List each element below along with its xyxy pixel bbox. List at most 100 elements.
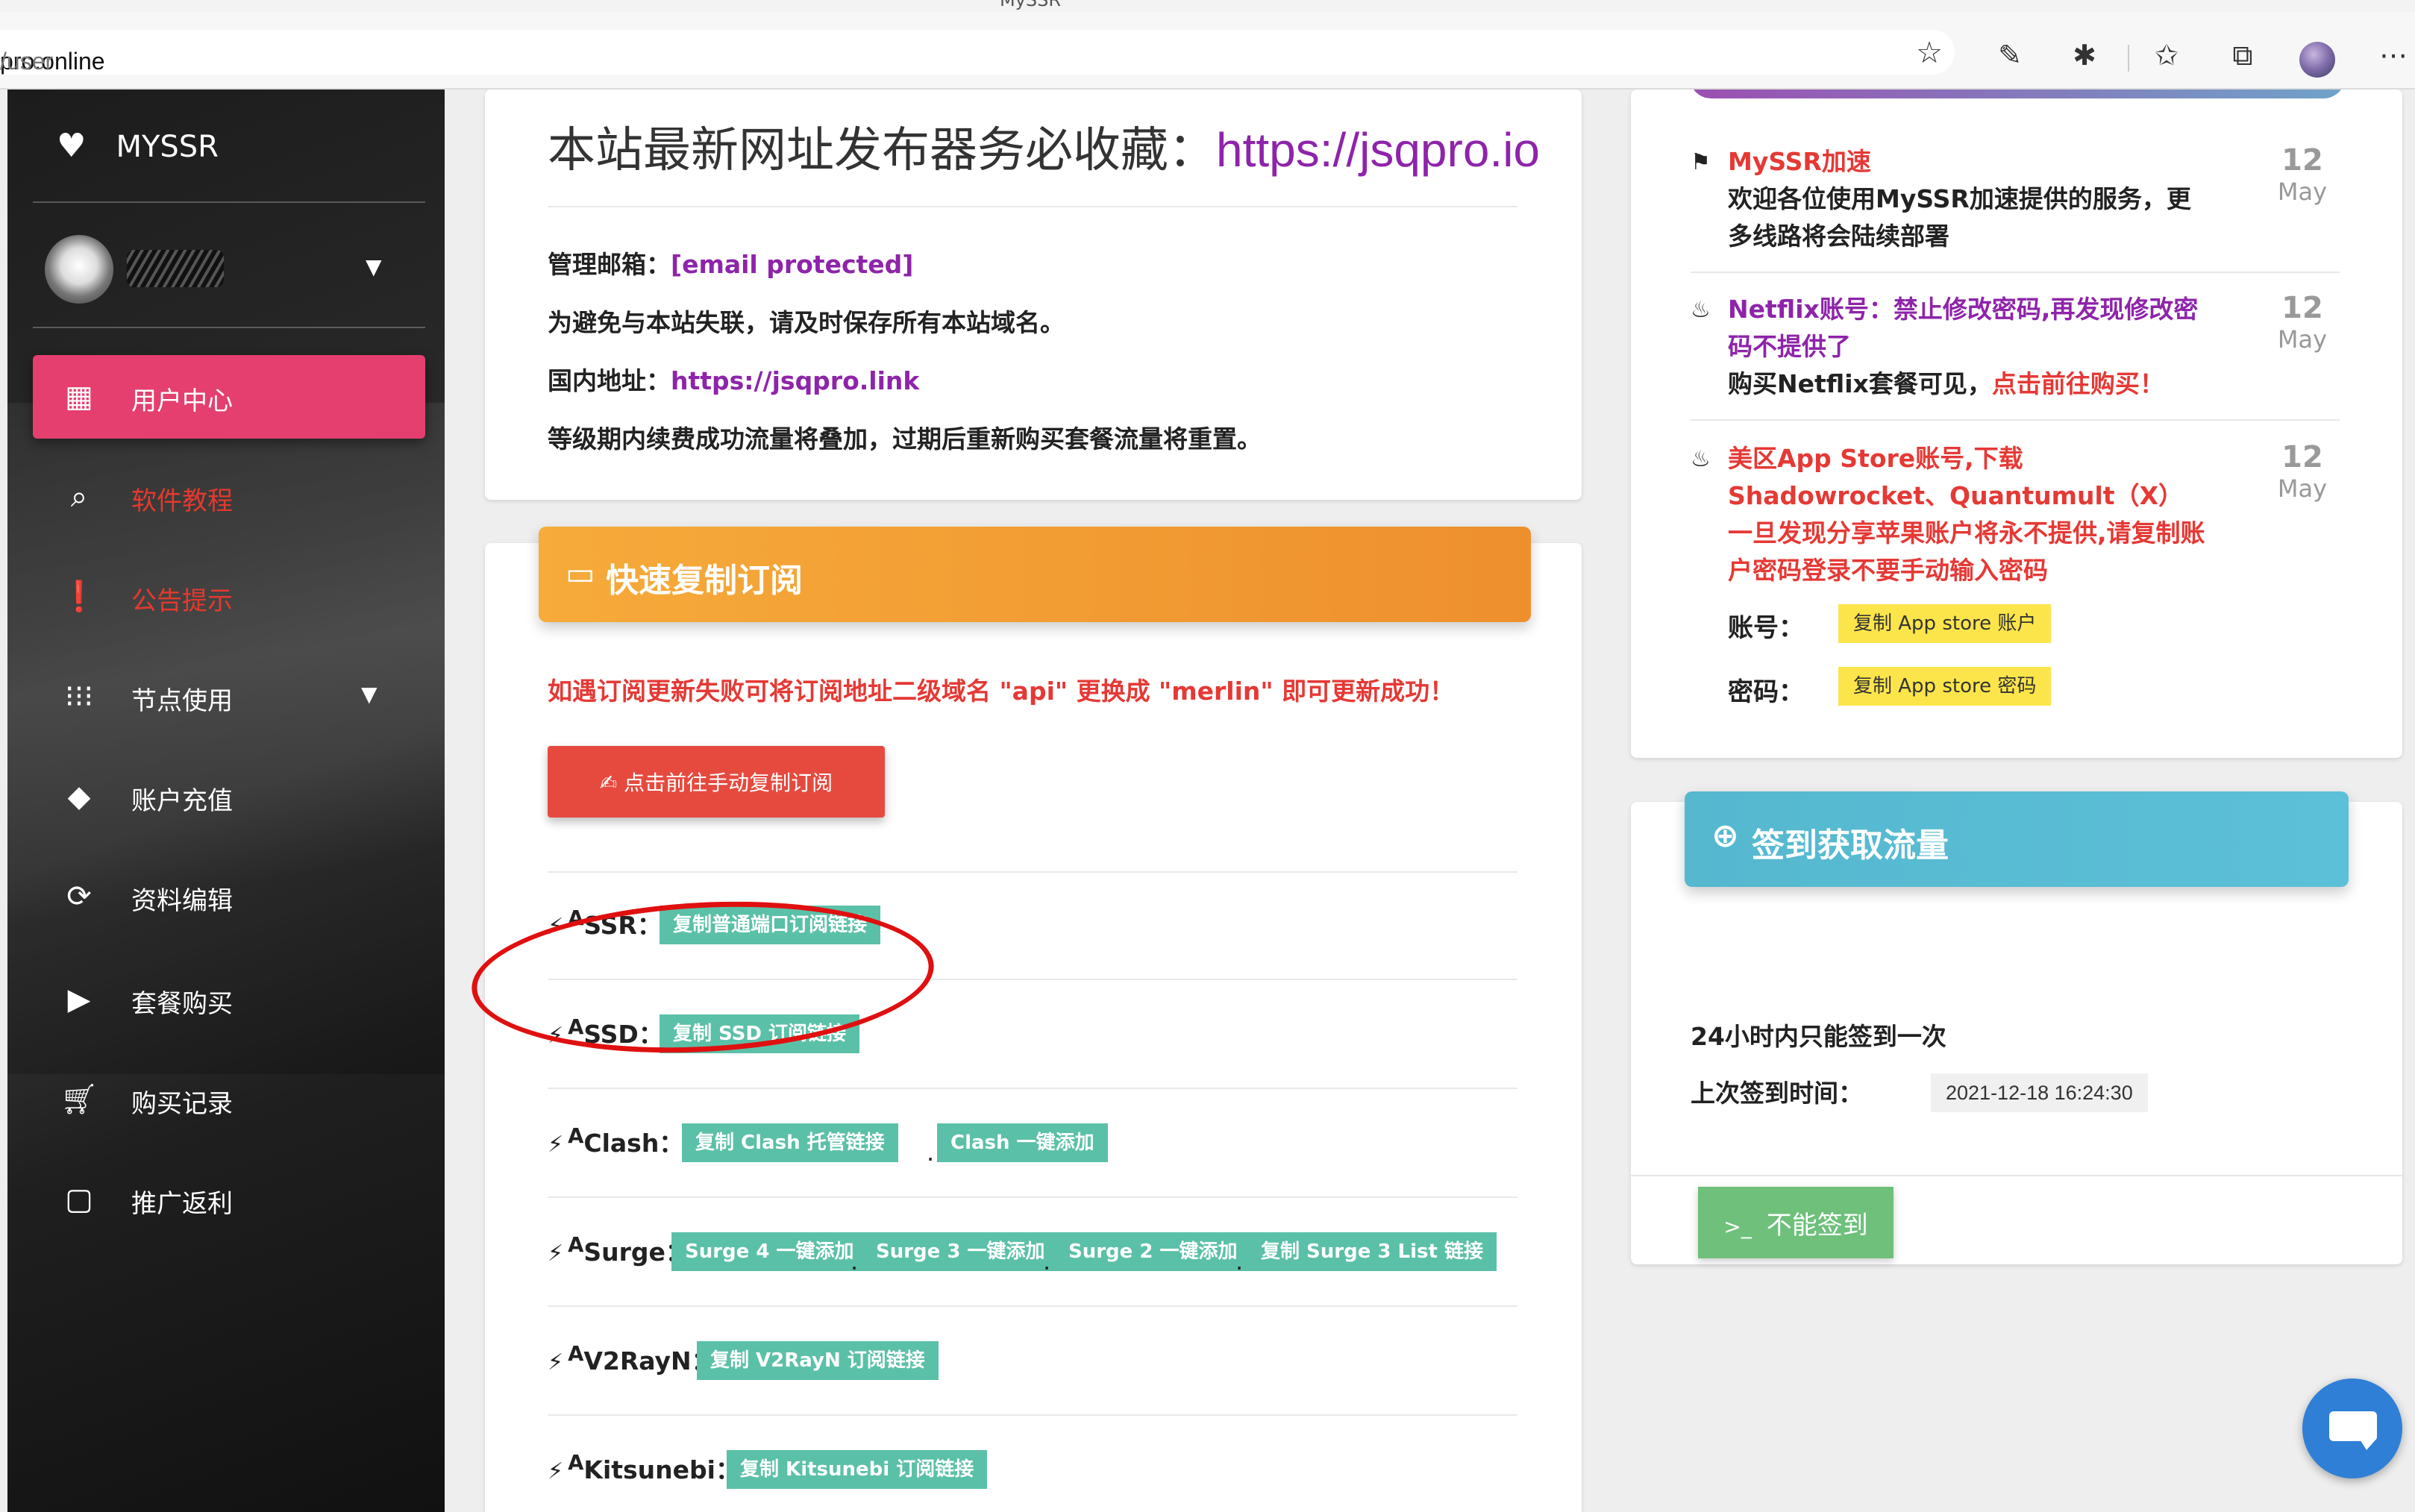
news-date: 12 May bbox=[2265, 440, 2340, 503]
window-title: MySSR bbox=[1000, 0, 1062, 10]
sidebar-item-announcement[interactable]: ❗ 公告提示 bbox=[33, 555, 425, 639]
more-menu-icon[interactable]: ⋯ bbox=[2374, 36, 2413, 75]
sidebar-item-nodes[interactable]: ⁝⁝⁝ 节点使用 ▼ bbox=[33, 655, 425, 738]
sidebar: ♥ MYSSR ▼ ▦ 用户中心 ⌕ 软件教程 ❗ 公告提示 ⁝⁝⁝ 节点使用 ▼… bbox=[7, 90, 445, 1512]
notice-card: 本站最新网址发布器务必收藏：https://jsqpro.io 管理邮箱：[em… bbox=[485, 90, 1582, 500]
admin-email-line: 管理邮箱：[email protected] bbox=[548, 245, 913, 280]
proto-label: Kitsunebi： bbox=[583, 1455, 740, 1484]
copy-v2rayn-link-button[interactable]: 复制 V2RayN 订阅链接 bbox=[697, 1341, 939, 1380]
shop-icon: ▶ bbox=[67, 982, 91, 1017]
chat-icon bbox=[2329, 1411, 2377, 1441]
news-day: 12 bbox=[2281, 440, 2323, 474]
domestic-address-line: 国内地址：https://jsqpro.link bbox=[548, 361, 919, 397]
sidebar-item-label: 推广返利 bbox=[131, 1189, 233, 1219]
alert-icon: ❗ bbox=[60, 580, 98, 614]
divider bbox=[548, 1196, 1517, 1198]
separator-dot: . bbox=[1235, 1247, 1244, 1276]
news-title: Netflix账号：禁止修改密码,再发现修改密码不提供了 bbox=[1728, 295, 2199, 361]
cart-icon: 🛒︎ bbox=[60, 1082, 98, 1117]
chat-support-button[interactable] bbox=[2302, 1378, 2402, 1478]
account-label: 账号： bbox=[1728, 613, 1804, 643]
copy-clash-link-button[interactable]: 复制 Clash 托管链接 bbox=[682, 1123, 898, 1162]
sidebar-item-shop[interactable]: ▶ 套餐购买 bbox=[33, 958, 425, 1041]
dashboard-icon: ▦ bbox=[65, 380, 93, 414]
sidebar-item-user-center[interactable]: ▦ 用户中心 bbox=[33, 355, 425, 439]
sidebar-item-label: 账户充值 bbox=[131, 786, 233, 816]
news-date: 12 May bbox=[2265, 291, 2340, 354]
sidebar-item-label: 节点使用 bbox=[131, 686, 233, 716]
sidebar-item-purchase-history[interactable]: 🛒︎ 购买记录 bbox=[33, 1058, 425, 1141]
url-field[interactable]: pro.online/user ☆ bbox=[0, 30, 1955, 75]
sidebar-item-referral[interactable]: ▢ 推广返利 bbox=[33, 1158, 425, 1241]
checkin-card: ⊕ 签到获取流量 24小时内只能签到一次 上次签到时间： 2021-12-18 … bbox=[1631, 791, 2402, 1264]
read-aloud-icon[interactable]: ✎ bbox=[1990, 36, 2029, 75]
email-link[interactable]: [email protected] bbox=[671, 250, 913, 279]
sidebar-item-label: 资料编辑 bbox=[131, 886, 233, 916]
last-checkin-label: 上次签到时间： bbox=[1691, 1079, 1863, 1108]
subscribe-header: ▭ 快速复制订阅 bbox=[539, 527, 1531, 622]
news-day: 12 bbox=[2281, 291, 2323, 325]
copy-surge3-list-button[interactable]: 复制 Surge 3 List 链接 bbox=[1247, 1232, 1497, 1271]
divider bbox=[1691, 419, 2340, 421]
copy-appstore-password-button[interactable]: 复制 App store 密码 bbox=[1838, 667, 2052, 706]
news-item-content: Netflix账号：禁止修改密码,再发现修改密码不提供了 购买Netflix套餐… bbox=[1728, 291, 2205, 403]
chat-icon-tail bbox=[2359, 1438, 2377, 1450]
subscribe-warning: 如遇订阅更新失败可将订阅地址二级域名 "api" 更换成 "merlin" 即可… bbox=[548, 677, 1455, 706]
divider bbox=[548, 871, 1517, 873]
bolt-icon: ⚡ bbox=[548, 1132, 564, 1158]
buy-netflix-link[interactable]: 点击前往购买！ bbox=[1992, 369, 2164, 398]
sidebar-item-tutorial[interactable]: ⌕ 软件教程 bbox=[33, 455, 425, 539]
domestic-link[interactable]: https://jsqpro.link bbox=[671, 366, 919, 395]
sidebar-item-recharge[interactable]: ◆ 账户充值 bbox=[33, 755, 425, 838]
checkin-note: 24小时内只能签到一次 bbox=[1691, 1022, 1946, 1051]
copy-kitsunebi-link-button[interactable]: 复制 Kitsunebi 订阅链接 bbox=[727, 1450, 988, 1489]
copy-appstore-account-button[interactable]: 复制 App store 账户 bbox=[1838, 604, 2052, 643]
divider bbox=[548, 1088, 1517, 1089]
bolt-icon: ⚡ bbox=[548, 1349, 564, 1375]
proto-prefix: A bbox=[568, 1342, 584, 1366]
divider bbox=[548, 1305, 1517, 1307]
news-month: May bbox=[2277, 178, 2328, 206]
terminal-icon: >_ bbox=[1723, 1214, 1752, 1239]
news-header-edge bbox=[1689, 90, 2346, 98]
brand-name: MYSSR bbox=[116, 130, 219, 164]
favorites-icon[interactable]: ✩ bbox=[2147, 36, 2186, 75]
collections-icon[interactable]: ⧉ bbox=[2223, 36, 2262, 75]
checkin-footer: >_ 不能签到 bbox=[1631, 1175, 2402, 1264]
brand[interactable]: ♥ MYSSR bbox=[57, 127, 219, 165]
extensions-icon[interactable]: ✱ bbox=[2065, 36, 2104, 75]
url-path: /user bbox=[0, 48, 54, 75]
checkin-button-label: 不能签到 bbox=[1766, 1210, 1868, 1240]
surge3-one-click-button[interactable]: Surge 3 一键添加 bbox=[862, 1232, 1059, 1271]
user-name-redacted bbox=[127, 250, 224, 287]
surge4-one-click-button[interactable]: Surge 4 一键添加 bbox=[671, 1232, 868, 1271]
checkin-disabled-button[interactable]: >_ 不能签到 bbox=[1698, 1187, 1894, 1258]
caret-down-icon: ▼ bbox=[361, 682, 378, 706]
profile-avatar-icon[interactable] bbox=[2299, 42, 2335, 78]
news-month: May bbox=[2277, 474, 2328, 503]
manual-copy-subscribe-button[interactable]: ✍ 点击前往手动复制订阅 bbox=[548, 746, 885, 818]
domestic-label: 国内地址： bbox=[548, 366, 671, 395]
user-menu[interactable]: ▼ bbox=[45, 235, 388, 307]
checkin-header: ⊕ 签到获取流量 bbox=[1685, 791, 2349, 887]
news-title: 美区App Store账号,下载Shadowrocket、Quantumult（… bbox=[1728, 444, 2205, 585]
news-body: 购买Netflix套餐可见， bbox=[1728, 369, 1992, 398]
latest-site-link[interactable]: https://jsqpro.io bbox=[1216, 123, 1540, 177]
proto-prefix: A bbox=[568, 1124, 584, 1148]
checkin-title: 签到获取流量 bbox=[1752, 826, 1949, 865]
sidebar-item-label: 购买记录 bbox=[131, 1089, 233, 1119]
last-checkin-row: 上次签到时间： 2021-12-18 16:24:30 bbox=[1691, 1073, 2287, 1118]
widgets-icon: ◆ bbox=[67, 779, 91, 814]
clash-one-click-button[interactable]: Clash 一键添加 bbox=[937, 1123, 1108, 1162]
manual-copy-label: 点击前往手动复制订阅 bbox=[624, 771, 833, 795]
bolt-icon: ⚡ bbox=[548, 1240, 564, 1267]
sidebar-divider bbox=[33, 327, 425, 328]
page: ♥ MYSSR ▼ ▦ 用户中心 ⌕ 软件教程 ❗ 公告提示 ⁝⁝⁝ 节点使用 ▼… bbox=[0, 90, 2415, 1512]
news-day: 12 bbox=[2281, 143, 2323, 178]
news-date: 12 May bbox=[2265, 143, 2340, 206]
surge2-one-click-button[interactable]: Surge 2 一键添加 bbox=[1055, 1232, 1251, 1271]
separator-dot: . bbox=[927, 1138, 935, 1167]
favorite-add-icon[interactable]: ☆ bbox=[1916, 36, 1943, 70]
news-item-content: 美区App Store账号,下载Shadowrocket、Quantumult（… bbox=[1728, 440, 2205, 589]
sidebar-item-profile-edit[interactable]: ⟳ 资料编辑 bbox=[33, 855, 425, 938]
